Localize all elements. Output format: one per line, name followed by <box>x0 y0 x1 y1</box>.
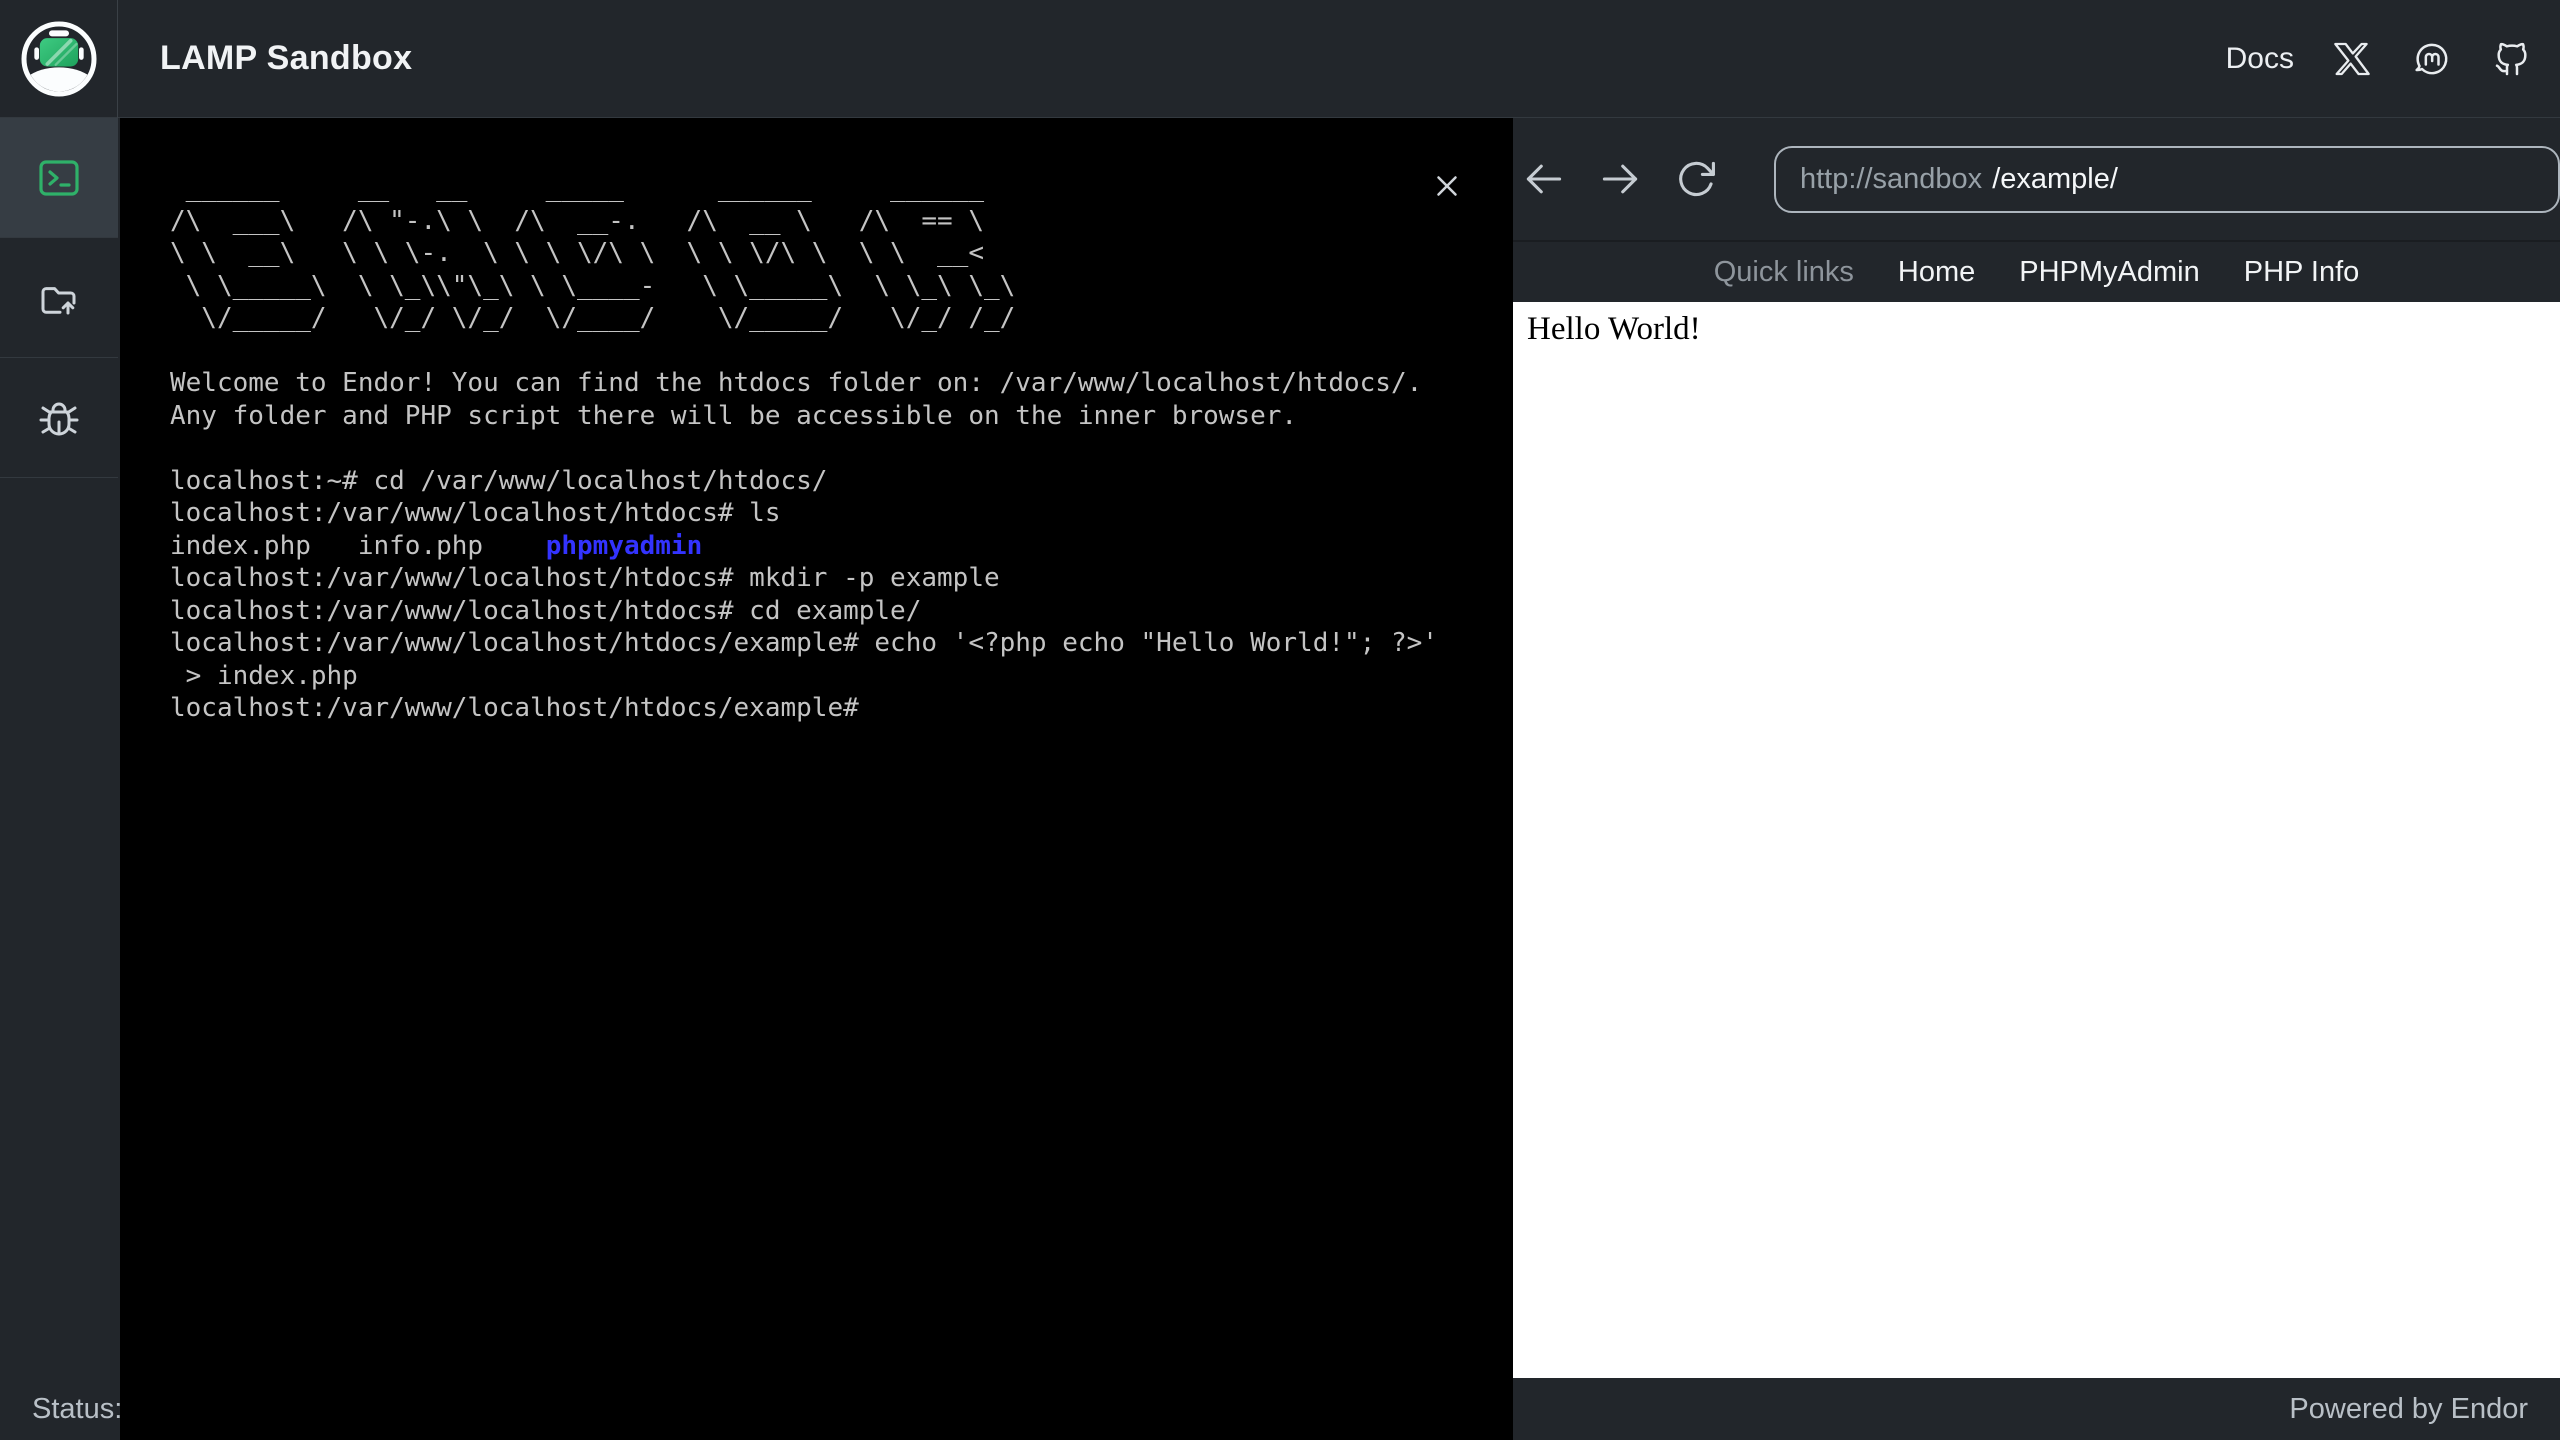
refresh-button[interactable] <box>1674 157 1718 201</box>
terminal-line: localhost:/var/www/localhost/htdocs/exam… <box>170 628 1438 658</box>
docs-link[interactable]: Docs <box>2226 42 2294 76</box>
sidebar-item-debug[interactable] <box>0 358 118 478</box>
terminal-line: localhost:/var/www/localhost/htdocs# mkd… <box>170 563 1000 593</box>
arrow-right-icon <box>1602 164 1638 194</box>
terminal-dir-entry: phpmyadmin <box>545 530 703 561</box>
powered-by: Powered by Endor <box>2289 1392 2528 1425</box>
folder-upload-icon <box>41 286 76 314</box>
terminal-line: localhost:/var/www/localhost/htdocs# ls <box>170 498 781 528</box>
url-path: /example/ <box>1992 162 2118 195</box>
app-logo-astronaut <box>21 21 96 96</box>
sidebar-item-upload[interactable] <box>0 238 118 358</box>
terminal-panel[interactable]: ______ __ __ _____ ______ ______ /\ ___\… <box>120 118 1513 1440</box>
close-terminal-button[interactable] <box>1425 164 1469 208</box>
quick-link-php-info[interactable]: PHP Info <box>2244 256 2360 289</box>
terminal-session: localhost:~# cd /var/www/localhost/htdoc… <box>170 465 1473 725</box>
sidebar-item-terminal[interactable] <box>0 118 118 238</box>
terminal-line: localhost:~# cd /var/www/localhost/htdoc… <box>170 465 828 496</box>
terminal-welcome-text: Welcome to Endor! You can find the htdoc… <box>170 368 1423 431</box>
terminal-line: localhost:/var/www/localhost/htdocs# cd … <box>170 595 922 626</box>
terminal-line: index.php info.php phpmyadmin <box>170 530 703 561</box>
app-header: LAMP Sandbox Docs <box>0 0 2560 118</box>
quick-links-bar: Quick links Home PHPMyAdmin PHP Info <box>1513 240 2560 302</box>
url-prefix: http://sandbox <box>1800 162 1983 195</box>
arrow-left-icon <box>1526 164 1562 194</box>
quick-link-phpmyadmin[interactable]: PHPMyAdmin <box>2019 256 2200 289</box>
close-icon <box>1437 176 1457 196</box>
sidebar <box>0 118 118 1378</box>
url-input[interactable]: http://sandbox /example/ <box>1774 145 2560 213</box>
app-title: LAMP Sandbox <box>160 39 413 77</box>
browser-navbar: http://sandbox /example/ <box>1513 118 2560 240</box>
mastodon-icon[interactable] <box>2410 37 2454 81</box>
ascii-art-endor: ______ __ __ _____ ______ ______ /\ ___\… <box>170 173 1016 333</box>
browser-viewport: Hello World! <box>1513 302 2560 1378</box>
forward-button[interactable] <box>1598 157 1642 201</box>
status-label: Status: <box>32 1392 123 1425</box>
browser-panel: http://sandbox /example/ Quick links Hom… <box>1513 118 2560 1378</box>
app-root: LAMP Sandbox Docs http://sandbox /exampl… <box>0 0 2560 1440</box>
terminal-icon <box>39 159 79 196</box>
quick-links-label: Quick links <box>1713 255 1854 288</box>
quick-link-home[interactable]: Home <box>1898 256 1975 289</box>
refresh-icon <box>1679 161 1715 197</box>
github-icon[interactable] <box>2490 37 2534 81</box>
page-content-text: Hello World! <box>1527 311 1701 347</box>
x-twitter-icon[interactable] <box>2330 37 2374 81</box>
terminal-line: > index.php <box>170 660 358 691</box>
terminal-line: localhost:/var/www/localhost/htdocs/exam… <box>170 693 859 723</box>
bug-icon <box>39 402 79 435</box>
header-actions: Docs <box>2226 37 2560 81</box>
back-button[interactable] <box>1522 157 1566 201</box>
logo-cell <box>0 0 118 118</box>
